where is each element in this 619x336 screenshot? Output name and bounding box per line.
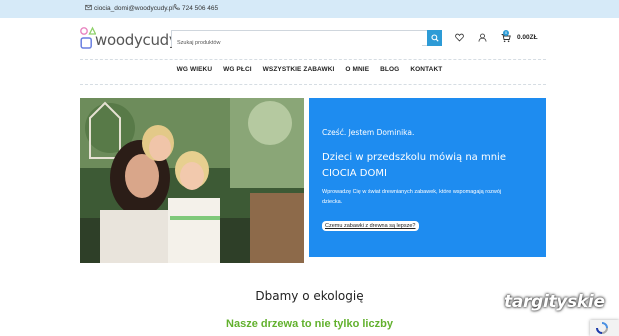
nav-item-wg-wieku[interactable]: WG WIEKU xyxy=(171,66,217,78)
search-input[interactable] xyxy=(172,36,422,50)
topbar-phone-text: 724 506 465 xyxy=(182,5,219,12)
heart-icon xyxy=(455,33,464,42)
nav-item-kontakt[interactable]: KONTAKT xyxy=(405,66,448,78)
topbar-email-text: ciocia_domi@woodycudy.pl xyxy=(94,5,174,12)
watermark: targityskie xyxy=(504,292,605,312)
recaptcha-badge[interactable] xyxy=(590,320,619,336)
search-button[interactable] xyxy=(427,30,442,46)
hero-photo xyxy=(80,98,304,263)
cart-count-badge: 0 xyxy=(503,30,509,36)
nav-divider xyxy=(80,84,546,85)
email-icon xyxy=(85,4,92,13)
topbar-phone[interactable]: 724 506 465 xyxy=(173,4,218,13)
user-icon xyxy=(478,33,487,42)
main-nav: WG WIEKU WG PŁCI WSZYSTKIE ZABAWKI O MNI… xyxy=(0,66,619,78)
nav-item-o-mnie[interactable]: O MNIE xyxy=(340,66,375,78)
top-bar: ciocia_domi@woodycudy.pl 724 506 465 xyxy=(0,0,619,18)
phone-icon xyxy=(173,4,180,13)
hero-greeting: Cześć. Jestem Dominika. xyxy=(322,128,415,137)
logo-shapes-icon xyxy=(80,26,96,49)
hero-headline: Dzieci w przedszkolu mówią na mnie CIOCI… xyxy=(322,152,506,179)
nav-item-wg-plci[interactable]: WG PŁCI xyxy=(218,66,258,78)
site-logo[interactable]: woodycudy xyxy=(80,25,178,53)
hero-description: Wprowadzę Cię w świat drewnianych zabawe… xyxy=(322,189,502,205)
topbar-email[interactable]: ciocia_domi@woodycudy.pl xyxy=(85,4,174,13)
cart-amount[interactable]: 0.00ZŁ xyxy=(517,34,538,41)
recaptcha-icon xyxy=(596,322,608,334)
nav-item-wszystkie-zabawki[interactable]: WSZYSTKIE ZABAWKI xyxy=(257,66,340,78)
nav-item-blog[interactable]: BLOG xyxy=(375,66,405,78)
account-button[interactable] xyxy=(477,32,488,43)
hero-cta-button[interactable]: Czemu zabawki z drewna są lepsze? xyxy=(322,221,419,231)
search-icon xyxy=(430,34,439,42)
trees-section-title: Nasze drzewa to nie tylko liczby xyxy=(226,318,393,330)
hero-panel: Cześć. Jestem Dominika. Dzieci w przedsz… xyxy=(309,98,546,257)
wishlist-button[interactable] xyxy=(454,32,465,43)
header-divider xyxy=(80,59,546,60)
logo-text: woodycudy xyxy=(95,31,178,49)
search-bar xyxy=(171,30,442,50)
